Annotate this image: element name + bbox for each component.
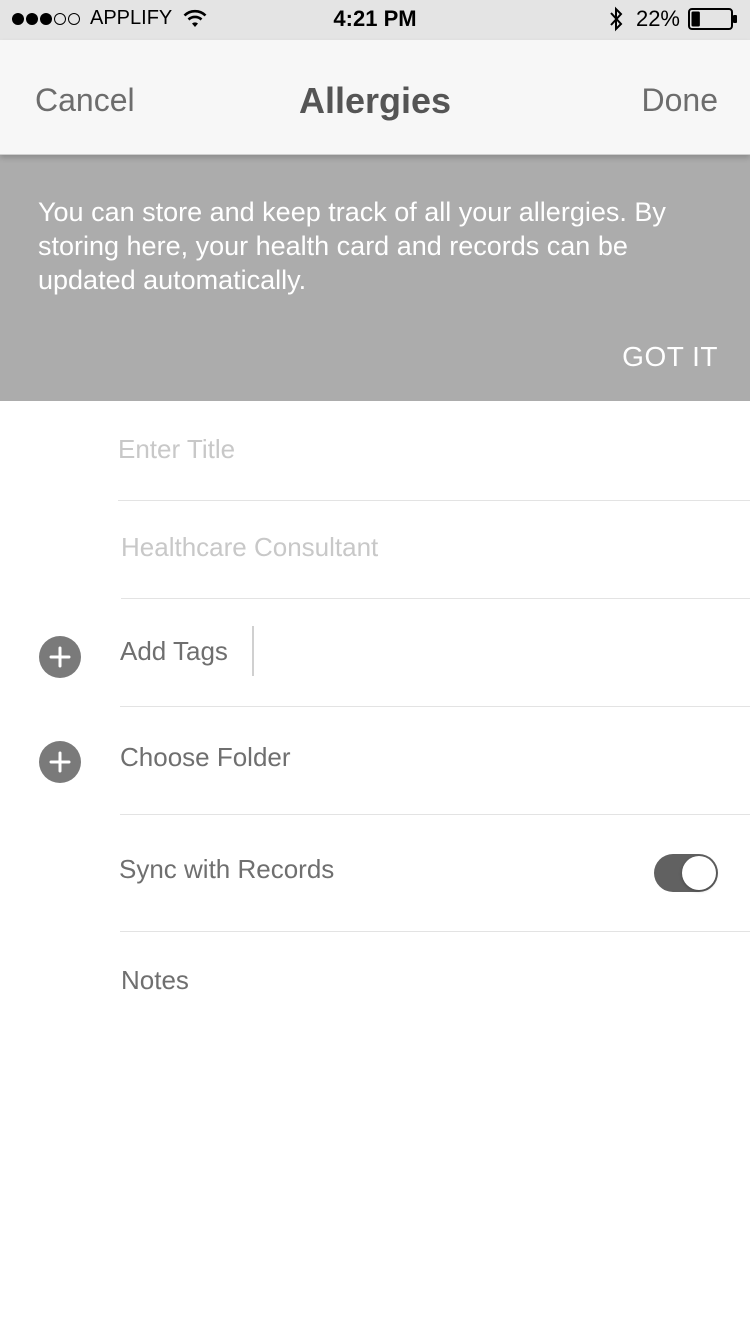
bluetooth-icon (610, 6, 623, 32)
page-title: Allergies (298, 80, 452, 121)
plus-circle-icon (49, 751, 71, 773)
info-banner: You can store and keep track of all your… (0, 155, 750, 401)
battery-percent: 22% (635, 6, 680, 31)
choose-folder-plus-button[interactable] (39, 741, 81, 783)
battery-fill (691, 11, 700, 27)
add-tags-label: Add Tags (120, 636, 228, 666)
consultant-row (0, 501, 750, 599)
title-row (0, 401, 750, 501)
nav-bar: Cancel Allergies Done (0, 40, 750, 155)
add-tags-plus-button[interactable] (39, 636, 81, 678)
done-button[interactable]: Done (642, 82, 719, 119)
choose-folder-label: Choose Folder (120, 742, 291, 772)
sync-label: Sync with Records (119, 854, 335, 884)
sync-row: Sync with Records (0, 815, 750, 932)
got-it-button[interactable]: GOT IT (622, 341, 718, 373)
status-right: 22% (608, 6, 738, 32)
consultant-input[interactable] (121, 529, 721, 565)
text-cursor (252, 626, 254, 676)
title-input[interactable] (118, 431, 718, 467)
choose-folder-row[interactable]: Choose Folder (0, 707, 750, 815)
battery-icon (688, 8, 737, 30)
status-bar: APPLIFY 4:21 PM 22% (0, 0, 750, 40)
banner-message: You can store and keep track of all your… (38, 197, 666, 295)
sync-toggle[interactable] (654, 854, 718, 892)
toggle-knob (682, 856, 716, 890)
notes-label[interactable]: Notes (121, 965, 189, 996)
add-tags-row[interactable]: Add Tags (0, 599, 750, 707)
notes-row[interactable]: Notes (0, 932, 750, 1032)
plus-circle-icon (49, 646, 71, 668)
allergy-form: Add Tags Choose Folder Sync with Records… (0, 401, 750, 1032)
